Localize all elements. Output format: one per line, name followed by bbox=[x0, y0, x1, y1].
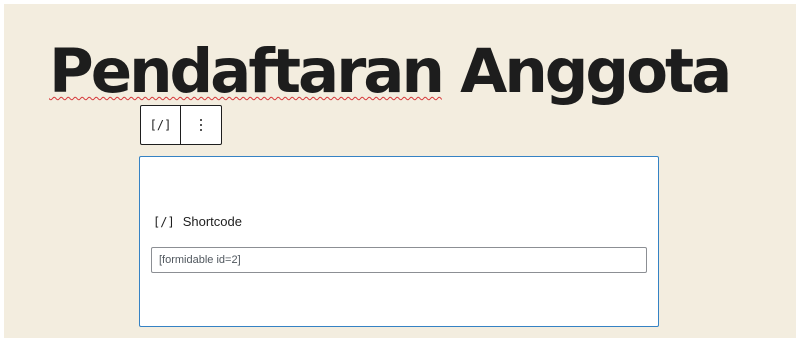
block-toolbar: [/] bbox=[140, 105, 222, 145]
shortcode-icon: [/] bbox=[153, 214, 175, 229]
shortcode-icon: [/] bbox=[149, 118, 172, 132]
block-type-button[interactable]: [/] bbox=[141, 106, 182, 144]
shortcode-block[interactable]: [/] Shortcode bbox=[139, 156, 659, 327]
shortcode-input[interactable] bbox=[151, 247, 647, 273]
block-options-button[interactable] bbox=[181, 106, 221, 144]
post-title-word[interactable]: Anggota bbox=[460, 36, 732, 107]
post-title[interactable]: Pendaftaran Anggota bbox=[49, 32, 732, 112]
shortcode-label-text: Shortcode bbox=[182, 214, 242, 229]
editor-canvas: Pendaftaran Anggota [/] [/] Shortcode bbox=[0, 0, 798, 338]
post-title-word-misspelled[interactable]: Pendaftaran bbox=[49, 36, 445, 107]
shortcode-block-label: [/] Shortcode bbox=[153, 214, 242, 229]
kebab-menu-icon bbox=[200, 119, 202, 131]
